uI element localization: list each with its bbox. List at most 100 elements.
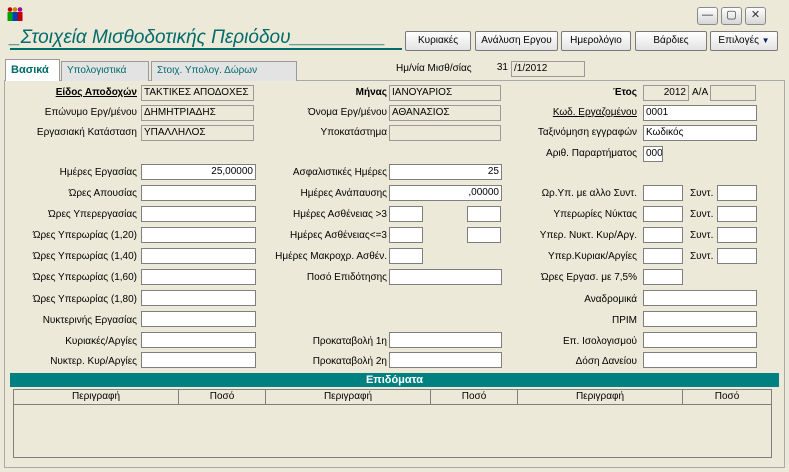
synt-field-2[interactable] xyxy=(717,206,757,222)
title-underline xyxy=(10,48,402,50)
year-label: Έτος xyxy=(612,87,637,98)
allowances-grid[interactable]: Περιγραφή Ποσό Περιγραφή Ποσό Περιγραφή … xyxy=(13,389,772,458)
overtime-140-field[interactable] xyxy=(141,248,256,264)
first-name-field[interactable]: ΑΘΑΝΑΣΙΟΣ xyxy=(389,105,501,121)
tab-computational[interactable]: Υπολογιστικά xyxy=(61,61,149,81)
tab-basic[interactable]: Βασικά xyxy=(5,59,60,81)
branch-field[interactable] xyxy=(389,125,501,141)
options-button[interactable]: Επιλογές ▼ xyxy=(710,31,778,51)
first-name-label: Όνομα Εργ/μένου xyxy=(307,107,387,118)
column-header[interactable]: Περιγραφή xyxy=(266,390,431,405)
sick-le3-extra-field[interactable] xyxy=(467,227,501,243)
overtime-other-label: Ωρ.Υπ. με αλλο Συντ. xyxy=(541,188,637,199)
surname-label: Επώνυμο Εργ/μένου xyxy=(44,107,137,118)
long-sick-label: Ημέρες Μακροχρ. Ασθέν. xyxy=(275,251,387,262)
advance1-field[interactable] xyxy=(389,332,502,348)
loan-installment-field[interactable] xyxy=(643,352,757,368)
overtime-160-label: Ώρες Υπερωρίας (1,60) xyxy=(32,272,137,283)
long-sick-field[interactable] xyxy=(389,248,423,264)
sick-le3-field[interactable] xyxy=(389,227,423,243)
sun-holidays-field[interactable] xyxy=(141,332,256,348)
payroll-day-field[interactable]: 31 xyxy=(490,61,510,77)
earnings-type-label: Είδος Αποδοχών xyxy=(55,87,137,98)
tab-bonus-calc[interactable]: Στοιχ. Υπολογ. Δώρων xyxy=(151,61,297,81)
column-header[interactable]: Ποσό xyxy=(179,390,266,405)
night-overtime-label: Υπερωρίες Νύκτας xyxy=(553,209,637,220)
overtime-180-field[interactable] xyxy=(141,290,256,306)
insurance-days-label: Ασφαλιστικές Ημέρες xyxy=(292,167,387,178)
work-status-field[interactable]: ΥΠΑΛΛΗΛΟΣ xyxy=(141,125,254,141)
work-analysis-button[interactable]: Ανάλυση Εργου xyxy=(475,31,558,51)
column-header[interactable]: Περιγραφή xyxy=(518,390,683,405)
synt-label-4: Συντ. xyxy=(690,251,714,262)
night-overtime-field[interactable] xyxy=(643,206,683,222)
month-label: Μήνας xyxy=(355,87,387,98)
chevron-down-icon: ▼ xyxy=(761,36,770,45)
maximize-button[interactable]: ▢ xyxy=(721,7,742,25)
rest-days-label: Ημέρες Ανάπαυσης xyxy=(300,188,387,199)
aa-label: Α/Α xyxy=(692,87,709,98)
loan-installment-label: Δόση Δανείου xyxy=(575,356,637,367)
work-days-label: Ημέρες Εργασίας xyxy=(59,167,137,178)
sundays-button[interactable]: Κυριακές xyxy=(405,31,471,51)
retroactive-field[interactable] xyxy=(643,290,757,306)
page-title: _Στοιχεία Μισθοδοτικής Περιόδου_________ xyxy=(10,27,386,48)
night-sun-holidays-field[interactable] xyxy=(141,352,256,368)
shifts-button[interactable]: Βάρδιες xyxy=(635,31,707,51)
overtime-other-field[interactable] xyxy=(643,185,683,201)
synt-field-3[interactable] xyxy=(717,227,757,243)
balance-allowance-field[interactable] xyxy=(643,332,757,348)
advance2-label: Προκαταβολή 2η xyxy=(312,356,387,367)
surname-field[interactable]: ΔΗΜΗΤΡΙΑΔΗΣ xyxy=(141,105,254,121)
month-field[interactable]: ΙΑΝΟΥΑΡΙΟΣ xyxy=(389,85,501,101)
close-button[interactable]: ✕ xyxy=(745,7,766,25)
advance1-label: Προκαταβολή 1η xyxy=(312,336,387,347)
allowances-header: Επιδόματα xyxy=(10,373,779,387)
overtime-work-field[interactable] xyxy=(141,206,256,222)
column-header[interactable]: Ποσό xyxy=(431,390,518,405)
overtime-120-field[interactable] xyxy=(141,227,256,243)
night-sun-overtime-label: Υπερ. Νυκτ. Κυρ/Αργ. xyxy=(539,230,637,241)
minimize-button[interactable]: — xyxy=(697,7,718,25)
sun-holiday-overtime-field[interactable] xyxy=(643,248,683,264)
options-label: Επιλογές xyxy=(718,35,759,46)
overtime-140-label: Ώρες Υπερωρίας (1,40) xyxy=(32,251,137,262)
payroll-date-field[interactable]: /1/2012 xyxy=(511,61,585,77)
branch-label: Υποκατάστημα xyxy=(320,127,387,138)
night-work-field[interactable] xyxy=(141,311,256,327)
sick-gt3-field[interactable] xyxy=(389,206,423,222)
synt-field-1[interactable] xyxy=(717,185,757,201)
overtime-work-label: Ώρες Υπερεργασίας xyxy=(48,209,137,220)
employee-code-field[interactable]: 0001 xyxy=(643,105,757,121)
absence-hours-field[interactable] xyxy=(141,185,256,201)
sun-holiday-overtime-label: Υπερ.Κυριακ/Αργίες xyxy=(548,251,637,262)
sick-gt3-extra-field[interactable] xyxy=(467,206,501,222)
synt-field-4[interactable] xyxy=(717,248,757,264)
overtime-160-field[interactable] xyxy=(141,269,256,285)
insurance-days-field[interactable]: 25 xyxy=(389,164,502,180)
work-status-label: Εργασιακή Κατάσταση xyxy=(36,127,137,138)
earnings-type-field[interactable]: ΤΑΚΤΙΚΕΣ ΑΠΟΔΟΧΕΣ xyxy=(141,85,254,101)
aa-field[interactable] xyxy=(710,85,756,101)
app-icon xyxy=(6,6,23,23)
night-sun-overtime-field[interactable] xyxy=(643,227,683,243)
annex-no-field[interactable]: 000 xyxy=(643,146,663,162)
record-sort-label: Ταξινόμηση εγγραφών xyxy=(537,127,637,138)
synt-label-2: Συντ. xyxy=(690,209,714,220)
calendar-button[interactable]: Ημερολόγιο xyxy=(561,31,631,51)
work-hours-75-field[interactable] xyxy=(643,269,683,285)
record-sort-field[interactable]: Κωδικός xyxy=(643,125,757,141)
subsidy-amount-label: Ποσό Επιδότησης xyxy=(306,272,387,283)
work-hours-75-label: Ώρες Εργασ. με 7,5% xyxy=(541,272,637,283)
column-header[interactable]: Ποσό xyxy=(683,390,771,405)
subsidy-amount-field[interactable] xyxy=(389,269,502,285)
year-field[interactable]: 2012 xyxy=(643,85,689,101)
sick-gt3-label: Ημέρες Ασθένειας >3 xyxy=(293,209,387,220)
rest-days-field[interactable]: ,00000 xyxy=(389,185,502,201)
work-days-field[interactable]: 25,00000 xyxy=(141,164,256,180)
column-header[interactable]: Περιγραφή xyxy=(14,390,179,405)
advance2-field[interactable] xyxy=(389,352,502,368)
prim-field[interactable] xyxy=(643,311,757,327)
synt-label-1: Συντ. xyxy=(690,188,714,199)
employee-code-label: Κωδ. Εργαζομένου xyxy=(552,107,637,118)
